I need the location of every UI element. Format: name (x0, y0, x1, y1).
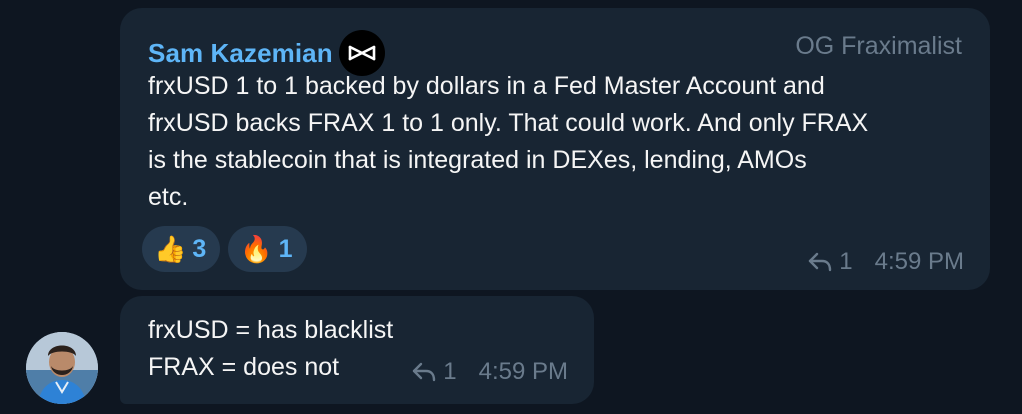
avatar[interactable] (26, 332, 98, 404)
message-text: frxUSD = has blacklist FRAX = does not (148, 316, 394, 381)
reaction-count: 3 (192, 234, 207, 263)
fire-icon: 🔥 (240, 234, 273, 264)
sender-role-tag: OG Fraximalist (795, 32, 962, 60)
reply-count[interactable]: 1 (443, 358, 456, 386)
message-meta: 1 4:59 PM (411, 358, 568, 386)
reaction-count: 1 (278, 234, 293, 263)
reply-icon[interactable] (411, 361, 437, 383)
message-bubble[interactable]: Sam Kazemian OG Fraximalist frxUSD 1 to … (120, 8, 990, 290)
reactions: 👍 3 🔥 1 (142, 226, 307, 272)
reaction-thumbs-up[interactable]: 👍 3 (142, 226, 221, 272)
reaction-fire[interactable]: 🔥 1 (228, 226, 307, 272)
thumbs-up-icon: 👍 (154, 234, 187, 264)
reply-icon[interactable] (807, 251, 833, 273)
message-text: frxUSD 1 to 1 backed by dollars in a Fed… (148, 72, 869, 211)
sender-name[interactable]: Sam Kazemian (148, 38, 333, 69)
message-bubble[interactable]: frxUSD = has blacklist FRAX = does not 1… (120, 296, 594, 404)
message-meta: 1 4:59 PM (807, 248, 964, 276)
reply-count[interactable]: 1 (839, 248, 852, 276)
message-time: 4:59 PM (478, 358, 568, 385)
message-time: 4:59 PM (874, 248, 964, 275)
